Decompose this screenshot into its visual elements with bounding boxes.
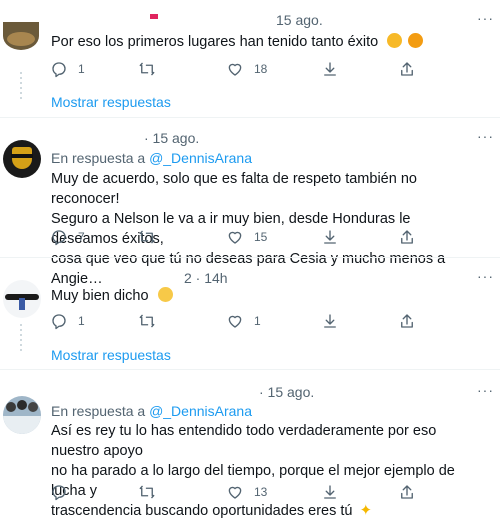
tweet-text: Así es rey tu lo has entendido todo verd… [51,423,455,519]
reply-button[interactable] [50,483,78,501]
more-options-icon[interactable]: ··· [477,268,494,284]
sparkles-emoji: ✦ [359,502,373,519]
mention-link[interactable]: @_DennisArana [149,403,252,419]
reply-button[interactable]: 7 [50,228,85,246]
tweet-time[interactable]: · 15 ago. [144,130,199,146]
tweet-time[interactable]: 2 · 14h [184,270,228,286]
tweet-actions: 1 18 [40,60,480,80]
show-replies-link[interactable]: Mostrar respuestas [51,347,171,363]
heart-icon [228,315,242,328]
share-icon [401,230,413,244]
like-count: 1 [254,314,261,328]
like-button[interactable]: 18 [226,60,267,78]
retweet-button[interactable] [138,483,166,501]
more-options-icon[interactable]: ··· [477,382,494,398]
like-button[interactable]: 15 [226,228,267,246]
avatar[interactable] [3,22,39,50]
like-count: 13 [254,485,268,499]
reply-count: 7 [78,230,85,244]
mention-link[interactable]: @_DennisArana [149,150,252,166]
team-crest-logo [12,147,32,169]
heart-icon [228,486,242,499]
retweet-icon [139,314,155,328]
download-arrow-icon [324,230,336,244]
tweet-2[interactable]: · 15 ago. ··· En respuesta a @_DennisAra… [0,118,500,287]
share-icon [401,62,413,76]
more-options-icon[interactable]: ··· [477,128,494,144]
tweet-3[interactable]: 2 · 14h ··· Muy bien dicho 1 1 Mostrar r… [0,258,500,370]
retweet-icon [139,230,155,244]
retweet-icon [139,485,155,499]
share-button[interactable] [398,312,416,330]
retweet-button[interactable] [138,228,166,246]
tweet-actions: 13 [40,483,480,503]
download-arrow-icon [324,485,336,499]
yawning-face-emoji [408,33,424,48]
tweet-time[interactable]: · 15 ago. [259,384,314,400]
reply-icon [52,230,66,246]
more-options-icon[interactable]: ··· [477,10,494,26]
share-button[interactable] [398,228,416,246]
reply-count: 1 [78,314,85,328]
thread-connector [20,72,22,102]
reply-context: En respuesta a @_DennisArana [51,150,252,166]
retweet-icon [139,62,155,76]
money-mouth-face-emoji [157,287,173,302]
bookmark-button[interactable] [321,312,339,330]
tweet-actions: 1 1 [40,312,480,332]
retweet-button[interactable] [138,60,166,78]
retweet-button[interactable] [138,312,166,330]
shushing-face-emoji [387,33,403,48]
bookmark-button[interactable] [321,483,339,501]
display-name-redacted [150,14,158,19]
reply-button[interactable]: 1 [50,60,85,78]
bookmark-button[interactable] [321,60,339,78]
tweet-actions: 7 15 [40,228,480,248]
like-button[interactable]: 1 [226,312,261,330]
like-count: 18 [254,62,268,76]
like-button[interactable]: 13 [226,483,267,501]
share-icon [401,485,413,499]
tweet-text: Muy bien dicho [51,286,481,306]
thread-connector [20,324,22,354]
tweet-4[interactable]: · 15 ago. ··· En respuesta a @_DennisAra… [0,370,500,519]
heart-icon [228,63,242,76]
share-button[interactable] [398,483,416,501]
like-count: 15 [254,230,268,244]
heart-icon [228,231,242,244]
tweet-text: Por eso los primeros lugares han tenido … [51,32,481,52]
avatar[interactable] [3,280,41,318]
tweet-time[interactable]: 15 ago. [276,12,323,28]
reply-icon [52,485,66,501]
avatar[interactable] [3,396,41,434]
reply-icon [52,62,66,78]
avatar[interactable] [3,140,41,178]
reply-count: 1 [78,62,85,76]
share-icon [401,314,413,328]
share-button[interactable] [398,60,416,78]
download-arrow-icon [324,62,336,76]
reply-icon [52,314,66,330]
bookmark-button[interactable] [321,228,339,246]
reply-button[interactable]: 1 [50,312,85,330]
show-replies-link[interactable]: Mostrar respuestas [51,94,171,110]
reply-context: En respuesta a @_DennisArana [51,403,252,419]
download-arrow-icon [324,314,336,328]
tweet-1[interactable]: 15 ago. ··· Por eso los primeros lugares… [0,0,500,110]
